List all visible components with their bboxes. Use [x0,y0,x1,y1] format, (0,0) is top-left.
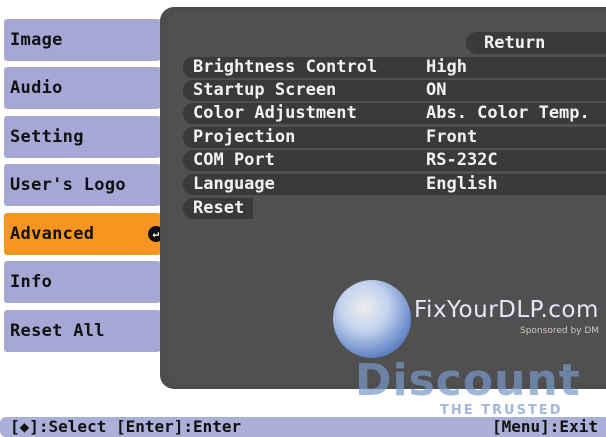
tab-setting[interactable]: Setting [4,116,170,158]
row-projection[interactable]: Projection Front [183,127,606,148]
tab-label: Advanced [10,224,95,244]
tab-label: Reset All [10,321,105,341]
status-bar: [◆]:Select [Enter]:Enter [Menu]:Exit [0,417,606,437]
row-com-port[interactable]: COM Port RS-232C [183,150,606,171]
tab-label: Audio [10,78,63,98]
row-label: Brightness Control [193,57,378,77]
row-language[interactable]: Language English [183,174,606,195]
watermark-sponsor: Sponsored by DM [520,326,600,336]
row-value: Front [426,127,478,147]
watermark-globe-icon [333,280,411,358]
status-hint-right: [Menu]:Exit [492,417,598,436]
row-value: Abs. Color Temp. [426,103,590,123]
row-brightness-control[interactable]: Brightness Control High [183,57,606,78]
row-label: Language [193,174,275,194]
tab-reset-all[interactable]: Reset All [4,310,170,352]
return-button[interactable]: Return [466,32,606,54]
tab-image[interactable]: Image [4,19,170,61]
row-reset[interactable]: Reset [183,198,253,219]
row-label: Startup Screen [193,80,337,100]
row-label: Color Adjustment [193,103,357,123]
tab-label: Info [10,272,53,292]
watermark-site: FixYourDLP.com [414,297,599,323]
row-label: COM Port [193,150,275,170]
row-value: RS-232C [426,150,498,170]
status-hint-left: [◆]:Select [Enter]:Enter [10,417,242,436]
tab-users-logo[interactable]: User's Logo [4,164,170,206]
row-color-adjustment[interactable]: Color Adjustment Abs. Color Temp. [183,103,606,124]
tab-label: User's Logo [10,175,126,195]
return-label: Return [484,33,546,53]
tab-audio[interactable]: Audio [4,67,170,109]
watermark-sub: THE TRUSTED [440,403,563,418]
tab-label: Setting [10,127,84,147]
row-value: High [426,57,467,77]
tab-advanced[interactable]: Advanced ↵ [4,213,170,255]
watermark-discount: Discount [355,355,581,406]
tab-info[interactable]: Info [4,261,170,303]
row-value: English [426,174,498,194]
row-label: Reset [193,198,245,218]
row-startup-screen[interactable]: Startup Screen ON [183,80,606,101]
row-label: Projection [193,127,296,147]
row-value: ON [426,80,447,100]
tab-label: Image [10,30,63,50]
